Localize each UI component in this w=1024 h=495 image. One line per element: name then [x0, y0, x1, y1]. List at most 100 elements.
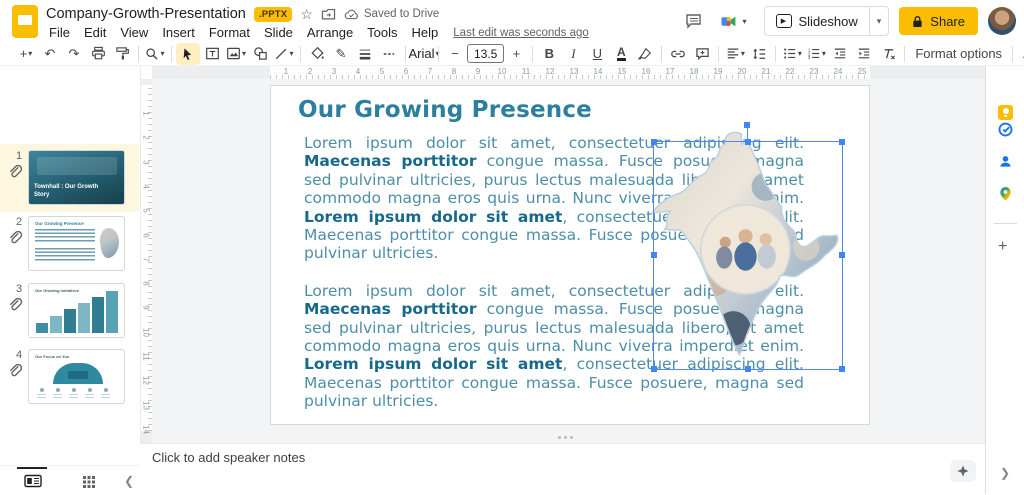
numbered-list-button[interactable]: 123 ▾ [804, 43, 828, 65]
handle-top-right[interactable] [839, 139, 845, 145]
text-color-button[interactable]: A [609, 43, 633, 65]
highlight-color-icon[interactable] [633, 43, 657, 65]
star-icon[interactable]: ☆ [300, 6, 313, 23]
share-button[interactable]: Share [899, 7, 978, 35]
slideshow-button[interactable]: ▶ Slideshow ▾ [764, 6, 890, 36]
insert-link-icon[interactable] [666, 43, 690, 65]
insert-shape-button[interactable] [248, 43, 272, 65]
last-edit-link[interactable]: Last edit was seconds ago [453, 27, 589, 39]
border-color-icon[interactable]: ✎ [329, 43, 353, 65]
svg-text:3: 3 [808, 55, 811, 60]
print-icon[interactable] [86, 43, 110, 65]
collapse-filmstrip-chevron[interactable]: ❮ [124, 474, 134, 488]
menu-insert[interactable]: Insert [155, 24, 202, 41]
menu-edit[interactable]: Edit [77, 24, 113, 41]
slide-1-thumbnail[interactable]: Townhall : Our GrowthStory [28, 150, 125, 205]
handle-mid-right[interactable] [839, 252, 845, 258]
animate-button[interactable]: Animate [1017, 46, 1024, 61]
lock-icon [912, 15, 923, 28]
cloud-check-icon [344, 9, 359, 20]
slide-shape [18, 15, 32, 25]
format-options-button[interactable]: Format options [909, 46, 1008, 61]
handle-bottom-right[interactable] [839, 366, 845, 372]
keep-icon[interactable] [998, 105, 1013, 120]
decrease-font-size-button[interactable]: − [443, 43, 467, 65]
side-panel-rail: 31 + ❯ [985, 42, 1024, 494]
slide-title-text[interactable]: Our Growing Presence [298, 97, 592, 123]
slideshow-dropdown[interactable]: ▾ [869, 7, 889, 35]
slide-1-number: 1 [12, 150, 26, 162]
tasks-icon[interactable] [998, 122, 1013, 137]
border-dash-icon[interactable] [377, 43, 401, 65]
comments-icon[interactable] [685, 13, 703, 29]
bulleted-list-button[interactable]: ▾ [780, 43, 804, 65]
slide-3-thumbnail[interactable]: Our Growing Initiatives [28, 283, 125, 338]
increase-font-size-button[interactable]: + [504, 43, 528, 65]
handle-top-left[interactable] [651, 139, 657, 145]
bold-button[interactable]: B [537, 43, 561, 65]
slide-4-number: 4 [12, 349, 26, 361]
rail-divider [994, 223, 1017, 224]
undo-button[interactable]: ↶ [38, 43, 62, 65]
font-family-select[interactable]: Arial▾ [410, 43, 434, 65]
handle-bottom-left[interactable] [651, 366, 657, 372]
filmstrip-view-button[interactable] [24, 474, 42, 488]
document-title[interactable]: Company-Growth-Presentation [46, 6, 246, 22]
menu-help[interactable]: Help [405, 24, 446, 41]
move-folder-icon[interactable] [321, 8, 336, 21]
select-tool[interactable] [176, 43, 200, 65]
menu-view[interactable]: View [113, 24, 155, 41]
line-spacing-icon[interactable] [747, 43, 771, 65]
menu-arrange[interactable]: Arrange [300, 24, 360, 41]
paint-format-icon[interactable] [110, 43, 134, 65]
explore-button[interactable] [950, 460, 976, 482]
menu-file[interactable]: File [42, 24, 77, 41]
menu-tools[interactable]: Tools [360, 24, 404, 41]
clear-formatting-icon[interactable] [876, 43, 900, 65]
grid-view-button[interactable] [82, 475, 96, 488]
slide-4-thumbnail[interactable]: Our Focus on You [28, 349, 125, 404]
zoom-button[interactable]: ▾ [143, 43, 167, 65]
saved-to-drive-status[interactable]: Saved to Drive [344, 8, 439, 20]
align-button[interactable]: ▾ [723, 43, 747, 65]
google-slides-logo-icon[interactable] [12, 5, 38, 38]
canvas-area: 1234567891011121314151617181920212223242… [140, 66, 985, 443]
collapse-side-panel-chevron[interactable]: ❯ [1000, 466, 1010, 480]
notes-resize-handle[interactable] [558, 436, 573, 439]
saved-label: Saved to Drive [364, 8, 439, 20]
handle-top-center[interactable] [745, 139, 751, 145]
menu-slide[interactable]: Slide [257, 24, 300, 41]
maps-icon[interactable] [998, 186, 1013, 201]
get-add-ons-button[interactable]: + [998, 240, 1007, 254]
slide-4-paperclip-icon [8, 363, 23, 378]
image-selection-box[interactable] [653, 141, 843, 370]
handle-bottom-center[interactable] [745, 366, 751, 372]
slideshow-label: Slideshow [799, 14, 858, 29]
border-weight-icon[interactable] [353, 43, 377, 65]
contacts-icon[interactable] [998, 154, 1013, 169]
decrease-indent-icon[interactable] [828, 43, 852, 65]
slide-2-thumbnail[interactable]: Our Growing Presence [28, 216, 125, 271]
redo-button[interactable]: ↷ [62, 43, 86, 65]
italic-button[interactable]: I [561, 43, 585, 65]
meet-caret-icon: ▾ [742, 17, 746, 26]
slide-editor-page[interactable]: Our Growing Presence Lorem ipsum dolor s… [270, 85, 870, 425]
font-size-input[interactable]: 13.5 [467, 44, 504, 63]
underline-button[interactable]: U [585, 43, 609, 65]
user-avatar[interactable] [988, 7, 1016, 35]
handle-mid-left[interactable] [651, 252, 657, 258]
speaker-notes-placeholder[interactable]: Click to add speaker notes [152, 450, 305, 465]
new-slide-button[interactable]: +▾ [14, 43, 38, 65]
slideshow-play-icon: ▶ [776, 14, 792, 28]
add-comment-icon[interactable] [690, 43, 714, 65]
meet-button[interactable]: ▾ [713, 10, 753, 33]
menu-format[interactable]: Format [202, 24, 257, 41]
speaker-notes-panel[interactable]: Click to add speaker notes [140, 443, 985, 495]
insert-line-button[interactable]: ▾ [272, 43, 296, 65]
text-box-button[interactable] [200, 43, 224, 65]
increase-indent-icon[interactable] [852, 43, 876, 65]
rotation-handle[interactable] [744, 122, 750, 128]
fill-color-icon[interactable] [305, 43, 329, 65]
insert-image-button[interactable]: ▾ [224, 43, 248, 65]
google-meet-icon [720, 14, 738, 29]
